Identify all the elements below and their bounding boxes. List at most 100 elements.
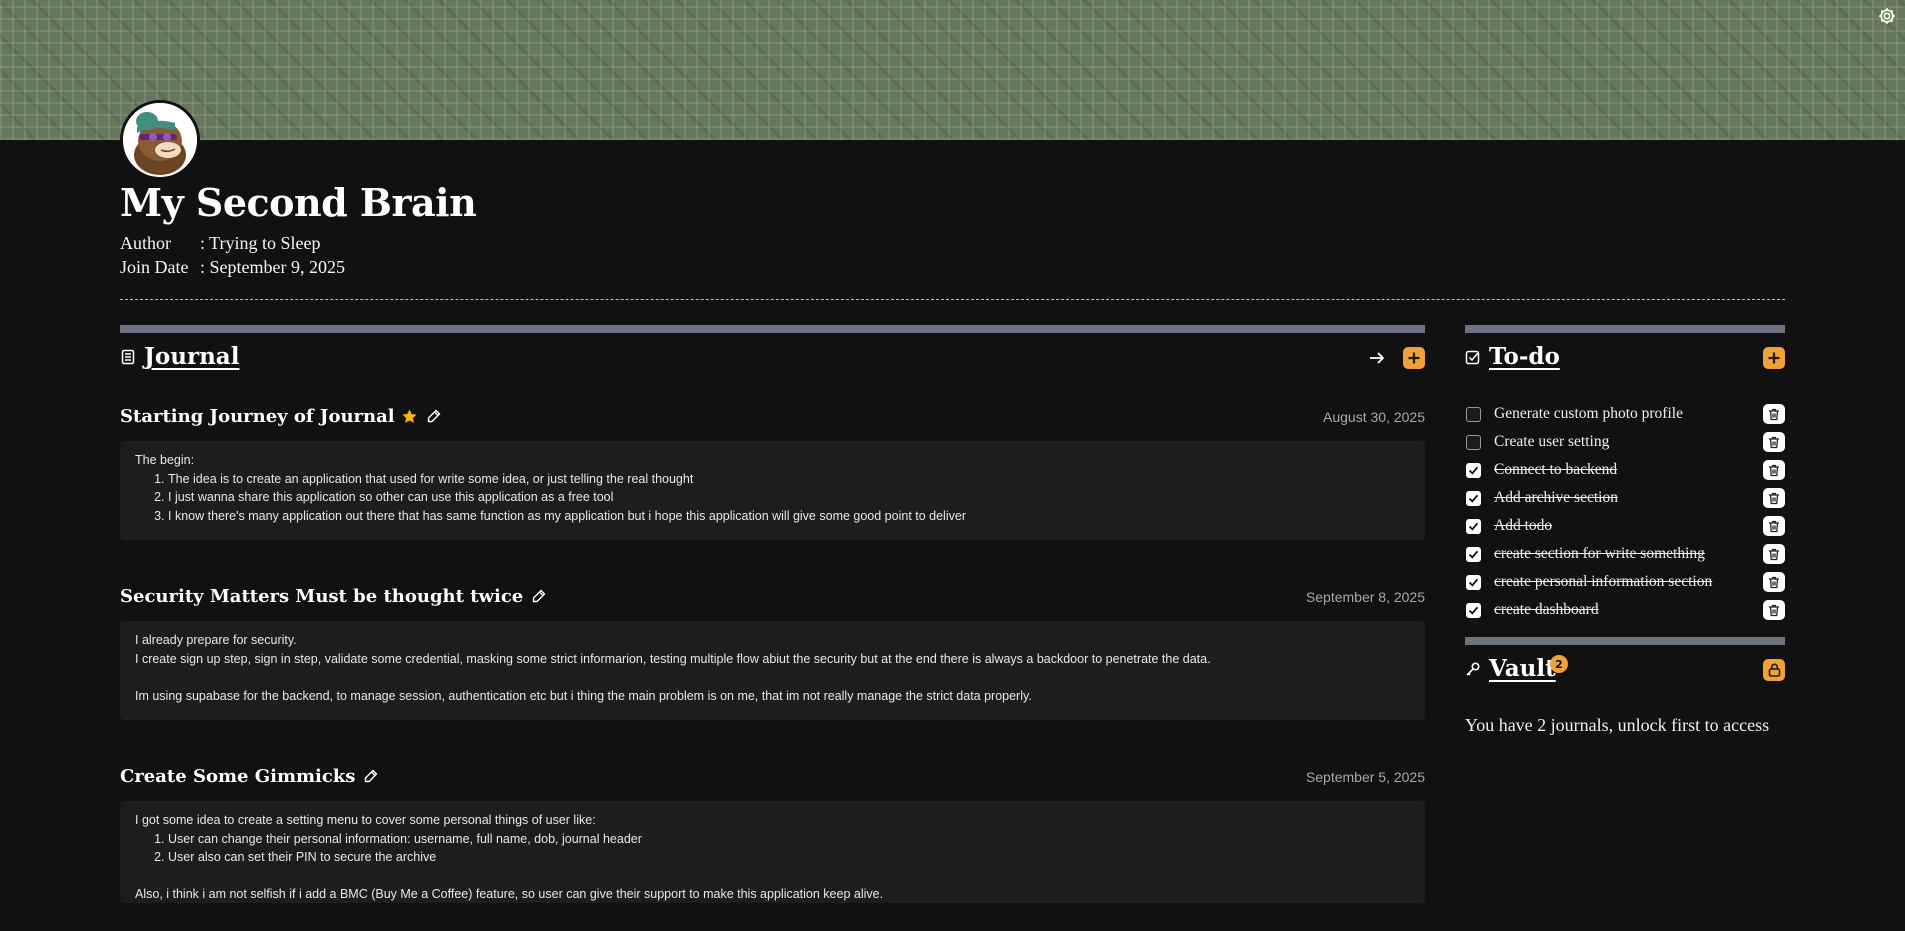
- add-todo-button[interactable]: [1763, 347, 1785, 369]
- header-divider: [120, 299, 1785, 300]
- todo-checkbox[interactable]: [1466, 602, 1481, 618]
- entry-text: Im using supabase for the backend, to ma…: [135, 688, 1032, 703]
- todo-checkbox[interactable]: [1466, 406, 1481, 422]
- delete-todo-button[interactable]: [1763, 572, 1785, 592]
- journal-entry-header: Security Matters Must be thought twice S…: [120, 581, 1425, 611]
- entry-text: I already prepare for security.: [135, 633, 297, 647]
- pencil-icon[interactable]: [363, 768, 379, 784]
- journal-section-bar: [120, 325, 1425, 333]
- entry-text: I got some idea to create a setting menu…: [135, 813, 596, 827]
- entry-list-item: User also can set their PIN to secure th…: [168, 848, 1410, 867]
- check-icon: [1468, 606, 1479, 615]
- journal-entry-header: Create Some Gimmicks September 5, 2025: [120, 761, 1425, 791]
- journal-entry: Create Some Gimmicks September 5, 2025 I…: [120, 761, 1425, 903]
- todo-text: Create user setting: [1494, 433, 1610, 450]
- entry-text: I create sign up step, sign in step, val…: [135, 651, 1211, 666]
- delete-todo-button[interactable]: [1763, 516, 1785, 536]
- vault-section-bar: [1465, 637, 1785, 645]
- journal-entry-title[interactable]: Starting Journey of Journal: [120, 406, 395, 427]
- todo-item: Connect to backend: [1465, 456, 1785, 484]
- todo-text: Connect to backend: [1494, 461, 1618, 478]
- entry-list-item: I know there's many application out ther…: [168, 507, 1410, 526]
- author-label: Author: [120, 233, 171, 253]
- entry-text: The begin:: [135, 453, 195, 467]
- trash-icon: [1769, 464, 1779, 476]
- author-row: Author : Trying to Sleep: [120, 233, 321, 254]
- todo-checkbox[interactable]: [1466, 574, 1481, 590]
- check-icon: [1468, 550, 1479, 559]
- journal-entry-content[interactable]: The begin: The idea is to create an appl…: [120, 441, 1425, 540]
- todo-checkbox[interactable]: [1466, 434, 1481, 450]
- document-icon: [121, 349, 135, 364]
- page-title: My Second Brain: [120, 180, 477, 225]
- avatar: [120, 100, 200, 180]
- check-icon: [1468, 466, 1479, 475]
- journal-entry-date: September 8, 2025: [1305, 589, 1425, 605]
- todo-item: create personal information section: [1465, 568, 1785, 596]
- journal-entry-content[interactable]: I already prepare for security. I create…: [120, 621, 1425, 720]
- journal-title-link[interactable]: Journal: [144, 343, 239, 370]
- todo-checkbox[interactable]: [1466, 490, 1481, 506]
- todo-item: Add todo: [1465, 512, 1785, 540]
- avatar-illustration: [123, 103, 197, 177]
- plus-icon: [1408, 352, 1420, 364]
- todo-header: To-do: [1465, 343, 1560, 370]
- journal-entry-content[interactable]: I got some idea to create a setting menu…: [120, 801, 1425, 903]
- delete-todo-button[interactable]: [1763, 460, 1785, 480]
- todo-text: create dashboard: [1494, 601, 1599, 618]
- join-date-row: Join Date : September 9, 2025: [120, 257, 345, 278]
- header-banner: [0, 0, 1905, 140]
- todo-text: Add todo: [1494, 517, 1553, 534]
- todo-checkbox[interactable]: [1466, 518, 1481, 534]
- todo-section-bar: [1465, 325, 1785, 333]
- settings-button[interactable]: [1875, 4, 1899, 28]
- journal-entry-header: Starting Journey of Journal August 30, 2…: [120, 401, 1425, 431]
- star-icon[interactable]: [401, 408, 418, 425]
- vault-count-badge: 2: [1550, 655, 1568, 673]
- journal-entry-date: August 30, 2025: [1323, 409, 1425, 425]
- journal-entry-title[interactable]: Security Matters Must be thought twice: [120, 586, 523, 607]
- join-date-label: Join Date: [120, 257, 189, 277]
- todo-text: Add archive section: [1494, 489, 1618, 506]
- journal-entry: Starting Journey of Journal August 30, 2…: [120, 401, 1425, 540]
- delete-todo-button[interactable]: [1763, 404, 1785, 424]
- pencil-icon[interactable]: [531, 588, 547, 604]
- check-icon: [1468, 578, 1479, 587]
- todo-checkbox[interactable]: [1466, 462, 1481, 478]
- entry-text: Also, i think i am not selfish if i add …: [135, 887, 884, 901]
- entry-list: The idea is to create an application tha…: [168, 470, 1410, 526]
- journal-header: Journal: [120, 343, 239, 370]
- key-icon: [1466, 661, 1480, 676]
- join-date-value: : September 9, 2025: [200, 257, 345, 277]
- delete-todo-button[interactable]: [1763, 600, 1785, 620]
- plus-icon: [1768, 352, 1780, 364]
- todo-item: create section for write something: [1465, 540, 1785, 568]
- trash-icon: [1769, 520, 1779, 532]
- todo-item: Add archive section: [1465, 484, 1785, 512]
- todo-item: create dashboard: [1465, 596, 1785, 624]
- vault-title: Vault: [1489, 655, 1556, 682]
- trash-icon: [1769, 576, 1779, 588]
- entry-list-item: User can change their personal informati…: [168, 830, 1410, 849]
- journal-entry-title[interactable]: Create Some Gimmicks: [120, 766, 355, 787]
- trash-icon: [1769, 436, 1779, 448]
- delete-todo-button[interactable]: [1763, 544, 1785, 564]
- pencil-icon[interactable]: [426, 408, 442, 424]
- todo-text: Generate custom photo profile: [1494, 405, 1683, 422]
- trash-icon: [1769, 408, 1779, 420]
- open-journal-button[interactable]: [1366, 347, 1388, 369]
- todo-title: To-do: [1489, 343, 1560, 370]
- vault-message: You have 2 journals, unlock first to acc…: [1465, 715, 1770, 735]
- add-journal-button[interactable]: [1403, 347, 1425, 369]
- delete-todo-button[interactable]: [1763, 488, 1785, 508]
- journal-entry-date: September 5, 2025: [1305, 769, 1425, 785]
- todo-checkbox[interactable]: [1466, 546, 1481, 562]
- unlock-vault-button[interactable]: [1763, 659, 1785, 681]
- delete-todo-button[interactable]: [1763, 432, 1785, 452]
- trash-icon: [1769, 492, 1779, 504]
- arrow-right-icon: [1370, 352, 1385, 364]
- trash-icon: [1769, 604, 1779, 616]
- journal-entry: Security Matters Must be thought twice S…: [120, 581, 1425, 720]
- todo-text: create section for write something: [1494, 545, 1705, 562]
- todo-item: Generate custom photo profile: [1465, 400, 1785, 428]
